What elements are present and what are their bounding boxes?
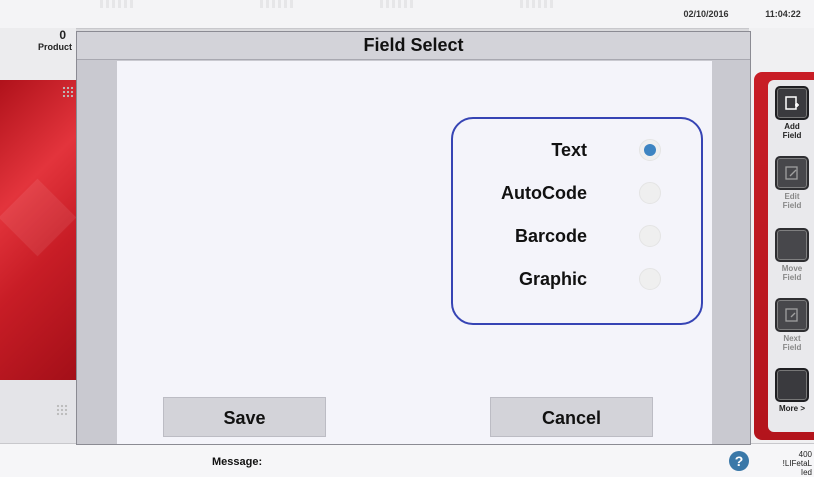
add-field-label-2: Field bbox=[782, 131, 802, 140]
next-field-label-1: Next bbox=[783, 334, 801, 343]
field-select-dialog: Field Select Text AutoCode Barcode Graph… bbox=[76, 31, 751, 445]
move-field-icon bbox=[775, 228, 809, 262]
option-barcode[interactable]: Barcode bbox=[453, 221, 705, 251]
next-field-icon bbox=[775, 298, 809, 332]
decorative-tick bbox=[520, 0, 556, 8]
save-button[interactable]: Save bbox=[163, 397, 326, 437]
left-panel: 0 Product bbox=[0, 28, 76, 443]
option-autocode-radio[interactable] bbox=[639, 182, 661, 204]
edit-field-icon bbox=[775, 156, 809, 190]
footer-count: 400 !LIFetaL Ied bbox=[780, 450, 812, 477]
dialog-body: Text AutoCode Barcode Graphic bbox=[117, 61, 712, 444]
field-type-group: Text AutoCode Barcode Graphic bbox=[451, 117, 703, 325]
option-graphic[interactable]: Graphic bbox=[453, 264, 705, 294]
add-field-icon bbox=[775, 86, 809, 120]
decorative-tick bbox=[380, 0, 416, 8]
move-field-button[interactable]: Move Field bbox=[770, 228, 814, 282]
option-barcode-radio[interactable] bbox=[639, 225, 661, 247]
message-label: Message: bbox=[212, 456, 263, 468]
decorative-tick bbox=[100, 0, 136, 8]
option-barcode-label[interactable]: Barcode bbox=[515, 221, 587, 251]
message-bar: Message: ? 400 !LIFetaL Ied bbox=[0, 443, 814, 477]
more-icon bbox=[775, 368, 809, 402]
grip-icon bbox=[62, 86, 74, 98]
footer-count-value: 400 bbox=[798, 450, 812, 459]
dialog-title: Field Select bbox=[77, 32, 750, 60]
add-field-label-1: Add bbox=[784, 122, 800, 131]
next-field-label-2: Field bbox=[782, 343, 802, 352]
edit-field-label-2: Field bbox=[782, 201, 802, 210]
cancel-button[interactable]: Cancel bbox=[490, 397, 653, 437]
decorative-red-panel bbox=[0, 80, 76, 380]
footer-count-sub: !LIFetaL Ied bbox=[782, 459, 812, 477]
option-graphic-label[interactable]: Graphic bbox=[519, 264, 587, 294]
decorative-tick bbox=[260, 0, 296, 8]
move-field-label-1: Move bbox=[781, 264, 803, 273]
help-icon[interactable]: ? bbox=[729, 451, 749, 471]
status-bar: 02/10/2016 11:04:22 bbox=[0, 0, 814, 29]
move-field-label-2: Field bbox=[782, 273, 802, 282]
next-field-button[interactable]: Next Field bbox=[770, 298, 814, 352]
left-bottom-panel bbox=[0, 380, 76, 443]
product-count: 0 bbox=[59, 28, 66, 42]
date-display: 02/10/2016 bbox=[683, 9, 729, 19]
option-text-radio[interactable] bbox=[639, 139, 661, 161]
option-autocode[interactable]: AutoCode bbox=[453, 178, 705, 208]
time-display: 11:04:22 bbox=[765, 9, 801, 19]
edit-field-button[interactable]: Edit Field bbox=[770, 156, 814, 210]
more-label: More > bbox=[778, 404, 805, 413]
option-autocode-label[interactable]: AutoCode bbox=[501, 178, 587, 208]
edit-field-label-1: Edit bbox=[784, 192, 800, 201]
product-label: Product bbox=[37, 42, 72, 52]
option-graphic-radio[interactable] bbox=[639, 268, 661, 290]
grip-icon bbox=[56, 404, 68, 416]
add-field-button[interactable]: Add Field bbox=[770, 86, 814, 140]
more-button[interactable]: More > bbox=[770, 368, 814, 413]
option-text-label[interactable]: Text bbox=[551, 135, 587, 165]
option-text[interactable]: Text bbox=[453, 135, 705, 165]
